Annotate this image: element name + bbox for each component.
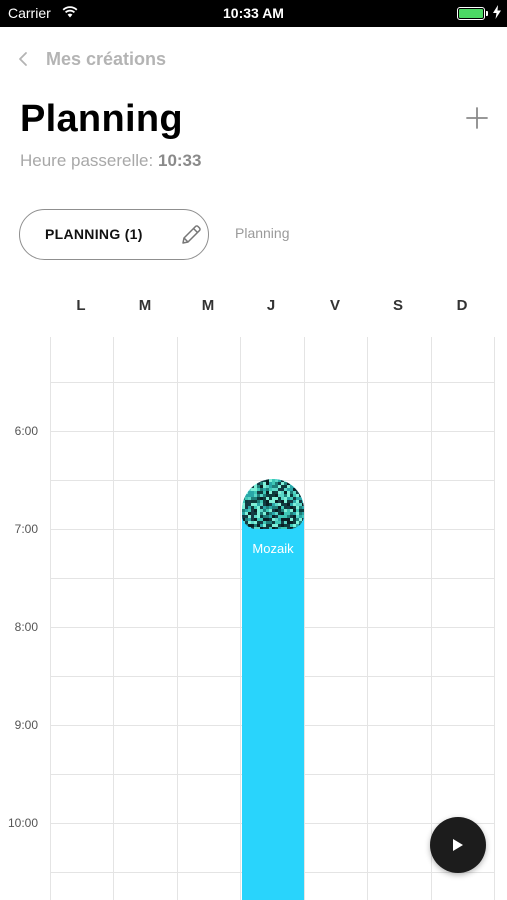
day-header-saturday: S: [392, 297, 403, 314]
hour-label: 6:00: [14, 424, 38, 438]
chevron-left-icon: [19, 52, 27, 66]
grid-line: [304, 337, 305, 900]
tab-planning-label: PLANNING (1): [45, 226, 143, 242]
plus-icon[interactable]: [465, 106, 489, 130]
day-header-thursday: J: [266, 297, 276, 314]
grid-line: [177, 337, 178, 900]
play-icon: [453, 839, 463, 851]
grid-line: [50, 382, 494, 383]
page-title: Planning: [20, 98, 183, 140]
grid-line: [50, 337, 51, 900]
status-time: 10:33 AM: [223, 5, 284, 21]
hour-label: 7:00: [14, 522, 38, 536]
battery-icon: [457, 7, 485, 20]
grid-line: [113, 337, 114, 900]
event-title: Mozaik: [252, 541, 294, 556]
hour-label: 9:00: [14, 718, 38, 732]
hour-label: 8:00: [14, 620, 38, 634]
day-header-wednesday: M: [201, 297, 215, 314]
tab-planning-selected[interactable]: PLANNING (1): [19, 209, 209, 260]
gateway-time: 10:33: [157, 151, 202, 170]
gateway-time-row: Heure passerelle: 10:33: [20, 151, 201, 171]
grid-line: [494, 337, 495, 900]
day-header-monday: L: [76, 297, 86, 314]
back-label: Mes créations: [46, 48, 167, 69]
grid-line: [431, 337, 432, 900]
charging-bolt-icon: [493, 5, 501, 24]
grid-line: [367, 337, 368, 900]
tab-planning[interactable]: Planning: [235, 225, 290, 241]
day-header-sunday: D: [456, 297, 468, 314]
gateway-label: Heure passerelle:: [20, 151, 154, 170]
day-header-friday: V: [329, 297, 340, 314]
event-thumbnail: [242, 479, 304, 529]
battery-tip: [486, 11, 488, 16]
pencil-icon[interactable]: [178, 222, 204, 248]
hour-label: 10:00: [7, 816, 38, 830]
day-header-tuesday: M: [138, 297, 152, 314]
grid-line: [50, 431, 494, 432]
grid-line: [240, 337, 241, 900]
play-button[interactable]: [430, 817, 486, 873]
status-bar: Carrier 10:33 AM: [0, 0, 507, 27]
back-button[interactable]: Mes créations: [14, 46, 166, 72]
